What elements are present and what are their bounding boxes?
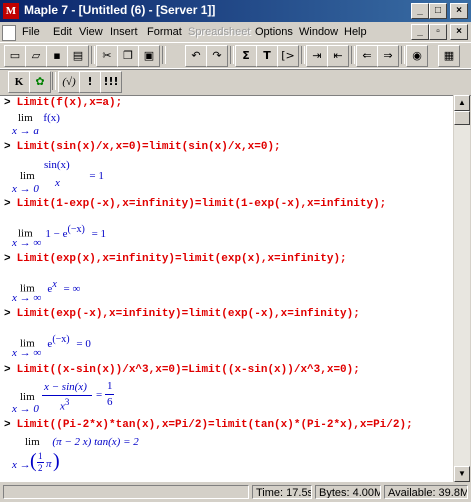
menu-window[interactable]: Window [299, 26, 338, 38]
minimize-button[interactable]: _ [411, 3, 429, 19]
title-bar: M Maple 7 - [Untitled (6) - [Server 1]] … [0, 0, 471, 22]
status-bar: Time: 17.5s Bytes: 4.00M Available: 39.8… [0, 482, 471, 502]
execute-button[interactable]: ! [79, 71, 101, 93]
copy-icon[interactable]: ❐ [117, 45, 139, 67]
input-line[interactable]: > Limit(f(x),x=a); [4, 97, 122, 109]
scroll-down-icon[interactable]: ▼ [454, 466, 470, 482]
execute-all-button[interactable]: !!! [100, 71, 122, 93]
doc-minimize-button[interactable]: _ [411, 24, 429, 40]
fraction-bar [42, 395, 92, 396]
output-5-sub: x → ∞ [12, 347, 42, 359]
sigma-icon[interactable]: Σ [235, 45, 257, 67]
maple-leaf-icon[interactable]: ✿ [29, 71, 51, 93]
paste-icon[interactable]: ▣ [138, 45, 160, 67]
output-7: lim (π − 2 x) tan(x) = 2 [25, 436, 139, 448]
close-button[interactable]: × [450, 3, 468, 19]
status-time: Time: 17.5s [252, 485, 312, 499]
input-line[interactable]: > Limit(exp(x),x=infinity)=limit(exp(x),x… [4, 253, 347, 265]
output-4-sub: x → ∞ [12, 292, 42, 304]
undo-icon[interactable]: ↶ [185, 45, 207, 67]
fraction-bar [105, 394, 114, 395]
status-bytes: Bytes: 4.00M [315, 485, 381, 499]
text-icon[interactable]: T [256, 45, 278, 67]
output-7-paren: ( [30, 450, 37, 472]
menu-spreadsheet[interactable]: Spreadsheet [188, 26, 250, 38]
menu-help[interactable]: Help [344, 26, 367, 38]
zoom-icon[interactable]: ▦ [438, 45, 460, 67]
output-1: lim f(x) [18, 112, 60, 124]
maple-leaf-icon[interactable]: M [3, 3, 19, 19]
output-7-half-num: 1 [38, 451, 43, 461]
status-message [3, 485, 249, 499]
input-line[interactable]: > Limit(sin(x)/x,x=0)=limit(sin(x)/x,x=0)… [4, 141, 281, 153]
menu-view[interactable]: View [79, 26, 103, 38]
input-line[interactable]: > Limit((x-sin(x))/x^3,x=0)=Limit((x-sin(… [4, 364, 360, 376]
redo-icon[interactable]: ↷ [206, 45, 228, 67]
output-7-half-den: 2 [38, 463, 43, 473]
doc-close-button[interactable]: × [450, 24, 468, 40]
back-icon[interactable]: ⇐ [356, 45, 378, 67]
outdent-icon[interactable]: ⇤ [327, 45, 349, 67]
save-icon[interactable]: ▪ [46, 45, 68, 67]
menu-edit[interactable]: Edit [53, 26, 72, 38]
input-line[interactable]: > Limit(1-exp(-x),x=infinity)=limit(1-exp… [4, 198, 386, 210]
output-2-sub: x → 0 [12, 183, 39, 195]
output-6-sub: x → 0 [12, 403, 39, 415]
indent-icon[interactable]: ⇥ [306, 45, 328, 67]
output-6: lim [20, 391, 35, 403]
output-1-sub: x → a [12, 125, 39, 137]
output-6-rhs: = [96, 389, 103, 401]
input-line[interactable]: > Limit(exp(-x),x=infinity)=limit(exp(-x)… [4, 308, 360, 320]
doc-restore-button[interactable]: ▫ [429, 24, 447, 40]
prompt-icon[interactable]: [> [277, 45, 299, 67]
scroll-thumb[interactable] [454, 111, 470, 125]
vertical-scrollbar[interactable]: ▲ ▼ [453, 95, 470, 482]
forward-icon[interactable]: ⇒ [377, 45, 399, 67]
window-title: Maple 7 - [Untitled (6) - [Server 1]] [24, 3, 216, 17]
stop-icon[interactable]: ◉ [406, 45, 428, 67]
sqrt-button[interactable]: (√) [58, 71, 80, 93]
menu-options[interactable]: Options [255, 26, 293, 38]
open-icon[interactable]: ▱ [25, 45, 47, 67]
output-6-rnum: 1 [107, 380, 113, 392]
status-available: Available: 39.8M [384, 485, 468, 499]
worksheet[interactable]: > Limit(f(x),x=a); lim f(x) x → a > Limit(… [0, 95, 453, 483]
output-6-num: x − sin(x) [44, 381, 87, 393]
scroll-up-icon[interactable]: ▲ [454, 95, 470, 111]
menu-format[interactable]: Format [147, 26, 182, 38]
output-7-sub: x → [12, 459, 31, 471]
input-line[interactable]: > Limit((Pi-2*x)*tan(x),x=Pi/2)=limit(tan… [4, 419, 413, 431]
cut-icon[interactable]: ✂ [96, 45, 118, 67]
output-2: lim = 1 [20, 170, 104, 182]
output-7-paren: ) [53, 450, 60, 472]
context-toolbar: K ✿ (√) ! !!! [0, 68, 471, 96]
k-button[interactable]: K [8, 71, 30, 93]
new-icon[interactable]: ▭ [4, 45, 26, 67]
menu-file[interactable]: File [22, 26, 40, 38]
print-icon[interactable]: ▤ [67, 45, 89, 67]
menu-bar: File Edit View Insert Format Spreadsheet… [0, 22, 471, 42]
output-7-pi: π [46, 458, 52, 470]
main-toolbar: ▭ ▱ ▪ ▤ ✂ ❐ ▣ ↶ ↷ Σ T [> ⇥ ⇤ ⇐ ⇒ ◉ ▦ [0, 42, 471, 70]
output-6-rden: 6 [107, 396, 113, 408]
output-3-sub: x → ∞ [12, 237, 42, 249]
menu-insert[interactable]: Insert [110, 26, 138, 38]
output-2-den: x [55, 177, 60, 189]
document-icon[interactable] [2, 25, 16, 41]
maximize-button[interactable]: □ [429, 3, 447, 19]
output-6-den: x3 [60, 397, 70, 413]
